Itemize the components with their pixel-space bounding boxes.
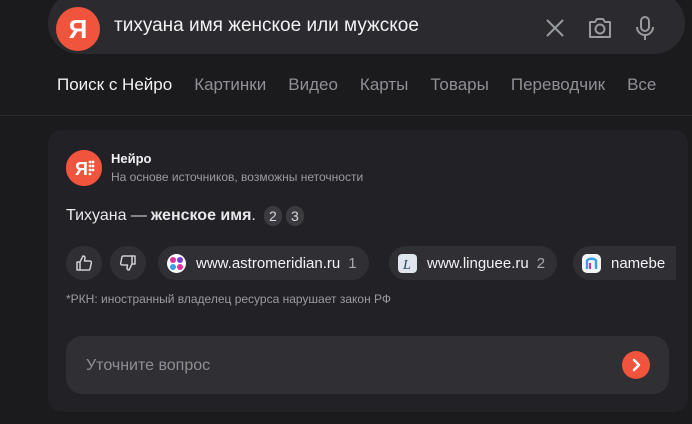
- rkn-disclaimer: *РКН: иностранный владелец ресурса наруш…: [66, 292, 392, 306]
- tab-maps[interactable]: Карты: [360, 75, 408, 95]
- tabs-divider: [0, 115, 692, 116]
- thumbs-up-icon[interactable]: [66, 246, 102, 280]
- thumbs-down-icon[interactable]: [110, 246, 146, 280]
- followup-input[interactable]: [84, 336, 588, 396]
- source-chip-linguee[interactable]: L www.linguee.ru 2: [389, 246, 558, 280]
- neuro-logo-letter: Я: [75, 159, 88, 179]
- neuro-subtitle: На основе источников, возможны неточност…: [111, 170, 364, 184]
- answer-prefix: Тихуана —: [66, 207, 147, 224]
- neuro-answer-card: Я Нейро На основе источников, возможны н…: [48, 130, 688, 412]
- astromeridian-favicon: [167, 253, 186, 273]
- microphone-icon[interactable]: [630, 13, 660, 43]
- tab-all[interactable]: Все: [627, 75, 656, 95]
- camera-icon[interactable]: [585, 13, 615, 43]
- source-domain: namebe: [611, 254, 666, 272]
- yandex-logo[interactable]: Я: [56, 7, 100, 51]
- neuro-answer: Тихуана — женское имя . 2 3: [66, 206, 304, 226]
- source-count: 2: [536, 254, 546, 272]
- namebe-favicon: [582, 253, 601, 273]
- chevron-right-icon[interactable]: [622, 351, 650, 379]
- tab-video[interactable]: Видео: [288, 75, 338, 95]
- answer-suffix: .: [251, 207, 256, 224]
- followup-box[interactable]: [66, 336, 669, 396]
- answer-bold: женское имя: [150, 207, 252, 224]
- reference-badge[interactable]: 3: [285, 206, 304, 226]
- source-count: 1: [348, 254, 357, 272]
- tab-neuro-search[interactable]: Поиск с Нейро: [57, 75, 172, 95]
- reference-badge[interactable]: 2: [263, 206, 282, 226]
- source-chip-namebe[interactable]: namebe: [573, 246, 676, 280]
- source-domain: www.astromeridian.ru: [196, 254, 341, 272]
- linguee-favicon: L: [398, 253, 417, 273]
- neuro-logo: Я: [66, 150, 102, 186]
- tab-goods[interactable]: Товары: [430, 75, 488, 95]
- search-bar[interactable]: Я тихуана имя женское или мужское: [48, 0, 685, 54]
- tab-images[interactable]: Картинки: [194, 75, 266, 95]
- search-query[interactable]: тихуана имя женское или мужское: [114, 15, 419, 37]
- tab-translator[interactable]: Переводчик: [511, 75, 605, 95]
- close-icon[interactable]: [540, 13, 570, 43]
- svg-text:L: L: [402, 258, 411, 273]
- search-tabs: Поиск с Нейро Картинки Видео Карты Товар…: [57, 75, 678, 95]
- source-chip-astromeridian[interactable]: www.astromeridian.ru 1: [158, 246, 369, 280]
- neuro-title: Нейро: [111, 151, 152, 166]
- source-domain: www.linguee.ru: [427, 254, 529, 272]
